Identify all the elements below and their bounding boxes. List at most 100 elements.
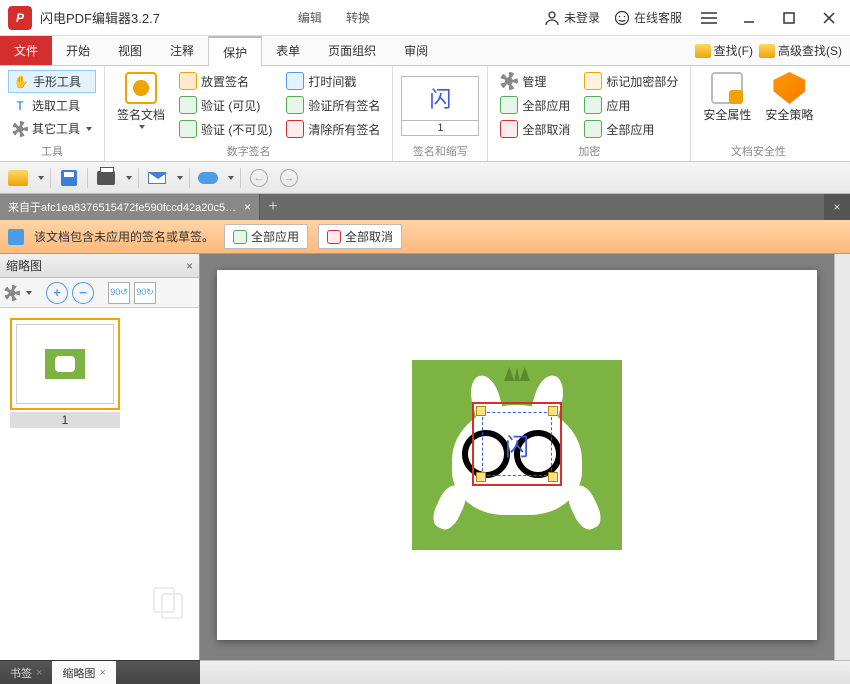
close-icon[interactable]: × [36, 667, 42, 679]
page[interactable]: 闪 [217, 270, 817, 640]
find-label: 查找(F) [714, 42, 753, 59]
separator [240, 168, 241, 188]
zoom-in[interactable]: + [46, 282, 68, 304]
applyall2-label: 全部应用 [606, 121, 654, 138]
chevron-down-icon[interactable] [228, 176, 234, 180]
signdoc-label: 签名文档 [117, 106, 165, 123]
chevron-down-icon[interactable] [26, 291, 32, 295]
gear-icon[interactable] [4, 285, 20, 301]
thumbnails-list[interactable]: 1 [0, 308, 199, 660]
add-tab-button[interactable]: + [260, 194, 286, 220]
subtab-convert[interactable]: 转换 [338, 7, 378, 28]
security-policy[interactable]: 安全策略 [761, 70, 817, 125]
thumbnail-page[interactable] [10, 318, 120, 410]
encrypt-cancel-all[interactable]: 全部取消 [496, 118, 574, 140]
document-tabs: 来自于afc1ea8376515472fe590fccd42a20c5_resi… [0, 194, 850, 220]
ribbon-group-tools: ✋ 手形工具 T 选取工具 其它工具 工具 [0, 66, 105, 161]
verify-vis-icon [179, 96, 197, 114]
place-signature[interactable]: 放置签名 [175, 70, 276, 92]
close-button[interactable] [816, 5, 842, 31]
chevron-down-icon[interactable] [38, 176, 44, 180]
zoom-out[interactable]: − [72, 282, 94, 304]
print-button[interactable] [94, 166, 118, 190]
nav-forward[interactable]: → [277, 166, 301, 190]
cloud-button[interactable] [196, 166, 220, 190]
menu-start[interactable]: 开始 [52, 36, 104, 65]
clear-all-sig[interactable]: 清除所有签名 [282, 118, 384, 140]
resize-handle-tl[interactable] [476, 406, 486, 416]
tab-thumbnail[interactable]: 缩略图× [52, 661, 115, 684]
advanced-find-button[interactable]: 高级查找(S) [759, 42, 842, 59]
find-button[interactable]: 查找(F) [695, 42, 753, 59]
mark-encrypt[interactable]: 标记加密部分 [580, 70, 682, 92]
minimize-button[interactable] [736, 5, 762, 31]
check-icon [500, 96, 518, 114]
resize-handle-bl[interactable] [476, 472, 486, 482]
encrypt-apply-all2[interactable]: 全部应用 [580, 118, 682, 140]
verify-visible[interactable]: 验证 (可见) [175, 94, 276, 116]
menu-view[interactable]: 视图 [104, 36, 156, 65]
encrypt-apply[interactable]: 应用 [580, 94, 682, 116]
mail-button[interactable] [145, 166, 169, 190]
sig-preview-glyph: 闪 [402, 77, 478, 120]
close-icon[interactable]: × [99, 667, 105, 679]
mail-icon [148, 172, 166, 184]
encrypt-apply-all[interactable]: 全部应用 [496, 94, 574, 116]
menu-file[interactable]: 文件 [0, 36, 52, 65]
info-icon [8, 229, 24, 245]
applyall-label: 全部应用 [522, 97, 570, 114]
tab-bookmark[interactable]: 书签× [0, 661, 52, 684]
menu-protect[interactable]: 保护 [208, 36, 262, 66]
resize-handle-tr[interactable] [548, 406, 558, 416]
signature-selection[interactable]: 闪 [472, 402, 562, 486]
verify-all[interactable]: 验证所有签名 [282, 94, 384, 116]
bottom-row: 书签× 缩略图× [0, 660, 850, 684]
menu-form[interactable]: 表单 [262, 36, 314, 65]
select-tool[interactable]: T 选取工具 [8, 95, 96, 116]
chevron-down-icon[interactable] [177, 176, 183, 180]
notice-apply-all[interactable]: 全部应用 [224, 224, 308, 249]
smile-icon [614, 10, 630, 26]
menu-review[interactable]: 审阅 [390, 36, 442, 65]
close-all-tabs[interactable]: × [824, 194, 850, 220]
timestamp[interactable]: 打时间戳 [282, 70, 384, 92]
thumbnail-number: 1 [10, 412, 120, 428]
security-props[interactable]: 安全属性 [699, 70, 755, 125]
canvas-scroll[interactable]: 闪 [200, 254, 834, 660]
advfind-label: 高级查找(S) [778, 42, 842, 59]
encrypt-manage[interactable]: 管理 [496, 70, 574, 92]
ribbon-group-encrypt: 管理 全部应用 全部取消 标记加密部分 应用 全部应用 加密 [488, 66, 691, 161]
thumb-image [45, 349, 85, 379]
menu-comment[interactable]: 注释 [156, 36, 208, 65]
notice-cancel-all[interactable]: 全部取消 [318, 224, 402, 249]
chevron-down-icon [86, 127, 92, 131]
close-icon[interactable]: × [244, 200, 251, 214]
open-button[interactable] [6, 166, 30, 190]
x-icon [500, 120, 518, 138]
support-link[interactable]: 在线客服 [614, 9, 682, 26]
save-button[interactable] [57, 166, 81, 190]
hand-icon: ✋ [13, 74, 29, 90]
shield-icon [773, 72, 805, 104]
vertical-scrollbar[interactable] [834, 254, 850, 660]
chevron-down-icon[interactable] [126, 176, 132, 180]
sign-document[interactable]: 签名文档 [113, 70, 169, 131]
menu-organize[interactable]: 页面组织 [314, 36, 390, 65]
signature-preview[interactable]: 闪 1 [401, 76, 479, 136]
maximize-button[interactable] [776, 5, 802, 31]
resize-handle-br[interactable] [548, 472, 558, 482]
check-icon [233, 230, 247, 244]
verify-invisible[interactable]: 验证 (不可见) [175, 118, 276, 140]
rotate-ccw[interactable]: 90↺ [108, 282, 130, 304]
subtab-edit[interactable]: 编辑 [290, 7, 330, 28]
document-tab[interactable]: 来自于afc1ea8376515472fe590fccd42a20c5_resi… [0, 194, 260, 220]
nav-back[interactable]: ← [247, 166, 271, 190]
rotate-cw[interactable]: 90↻ [134, 282, 156, 304]
other-tools[interactable]: 其它工具 [8, 118, 96, 139]
folder-open-icon [8, 170, 28, 186]
clear-all-label: 清除所有签名 [308, 121, 380, 138]
hand-tool[interactable]: ✋ 手形工具 [8, 70, 96, 93]
close-icon[interactable]: × [186, 259, 193, 273]
login-status[interactable]: 未登录 [544, 9, 600, 26]
hamburger-menu[interactable] [696, 5, 722, 31]
